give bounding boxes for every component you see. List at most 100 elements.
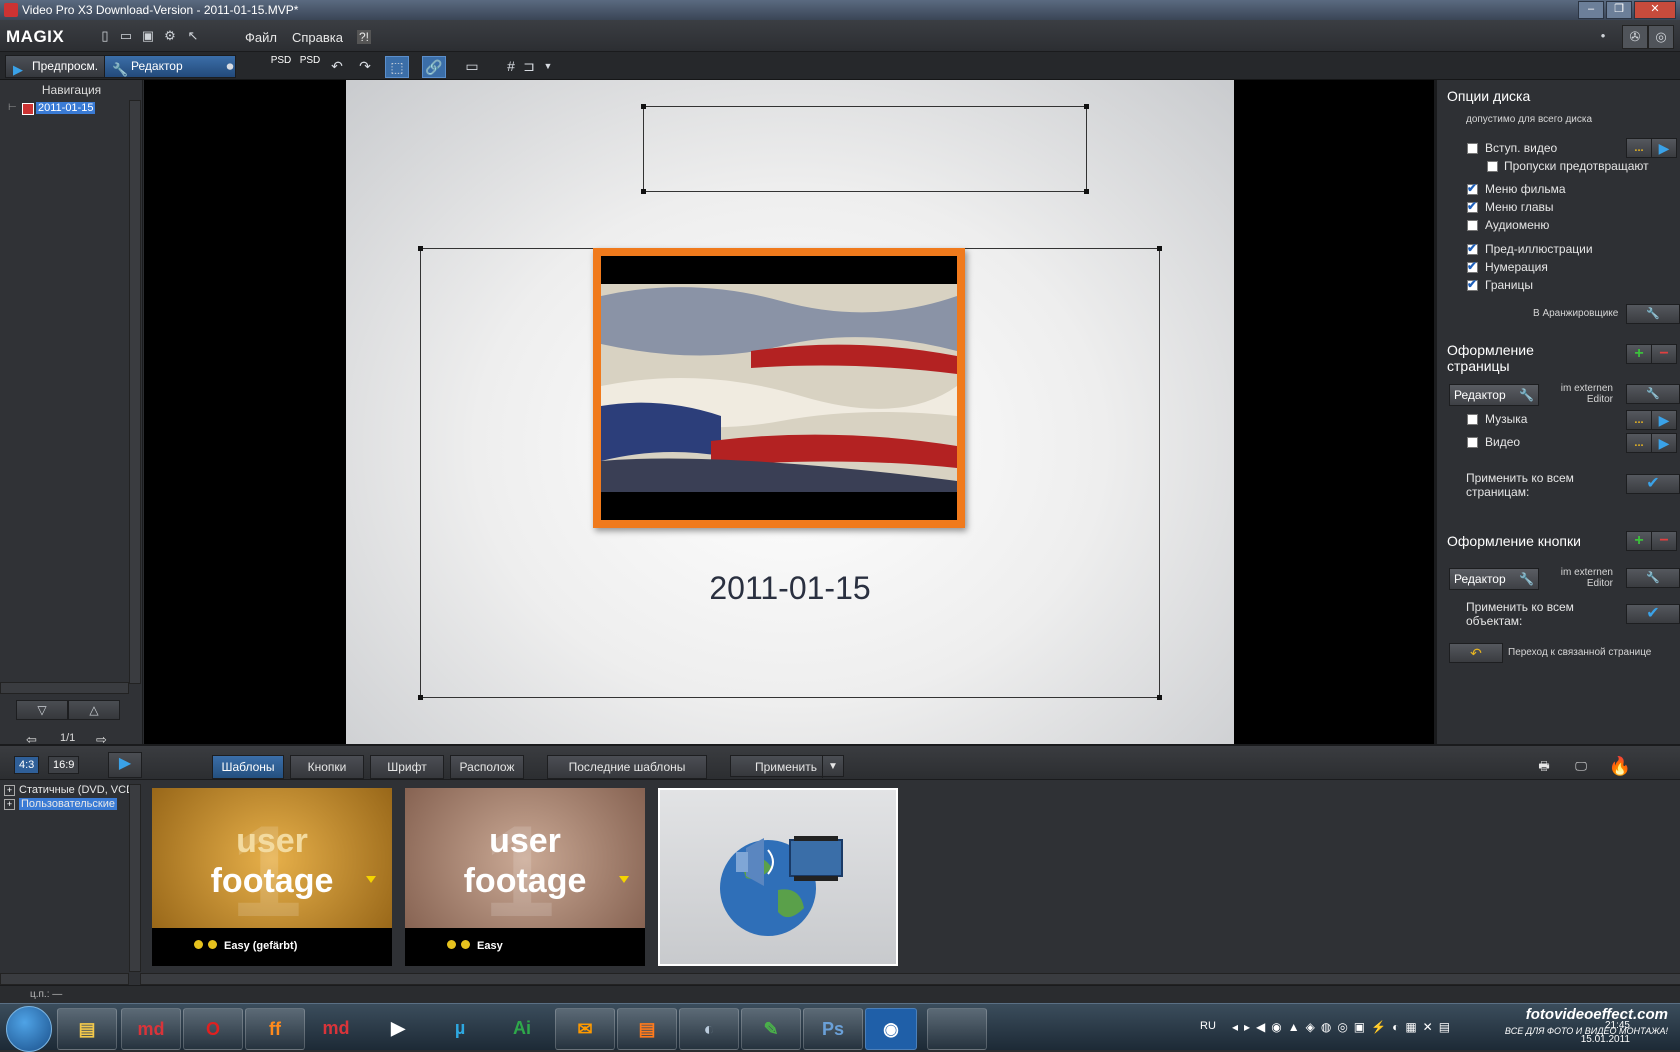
taskbar-app-10[interactable]: ✎ — [741, 1008, 801, 1050]
audio-menu-checkbox[interactable] — [1467, 220, 1478, 231]
intro-video-checkbox[interactable] — [1467, 143, 1478, 154]
save-icon[interactable]: ▣ — [141, 29, 155, 43]
goto-linked-arrow-icon[interactable]: ↶ — [1449, 643, 1503, 663]
apply-dropdown[interactable]: Применить ▼ — [730, 755, 844, 778]
taskbar-app-4[interactable]: ▶ — [369, 1008, 427, 1048]
taskbar-app-3[interactable]: md — [307, 1008, 365, 1048]
tab-layout[interactable]: Располож — [450, 755, 524, 779]
expand-icon[interactable]: + — [4, 785, 15, 796]
page-design-add-button[interactable]: + — [1626, 344, 1652, 364]
tree-vertical-scrollbar[interactable] — [129, 784, 141, 972]
taskbar-app-12[interactable]: ◉ — [865, 1008, 917, 1050]
taskbar-app-9[interactable]: ◐ — [679, 1008, 739, 1050]
button-apply-all-check-icon[interactable]: ✔ — [1626, 604, 1680, 624]
export-device-icon[interactable]: 🖶 — [1530, 755, 1558, 777]
tab-templates[interactable]: Шаблоны — [212, 755, 284, 779]
chapter-thumbnail[interactable] — [593, 248, 965, 528]
burn-disc-icon[interactable]: 🔥 — [1606, 755, 1634, 777]
new-file-icon[interactable]: ▯ — [98, 29, 112, 43]
borders-checkbox[interactable] — [1467, 277, 1478, 291]
music-browse-button[interactable]: ... — [1626, 410, 1652, 430]
recent-templates-button[interactable]: Последние шаблоны — [547, 755, 707, 779]
settings-icon[interactable]: ⚙ — [163, 29, 177, 43]
to-arranger-wrench-icon[interactable]: 🔧 — [1626, 304, 1680, 324]
button-external-editor-wrench-icon[interactable]: 🔧 — [1626, 568, 1680, 588]
page-apply-all-check-icon[interactable]: ✔ — [1626, 474, 1680, 494]
menu-help[interactable]: Справка — [292, 30, 343, 45]
psd-import-icon[interactable]: PSD — [270, 56, 292, 76]
taskbar-app-7[interactable]: ✉ — [555, 1008, 615, 1050]
system-tray-icons[interactable]: ◂▸◀◉▲◈◍◎▣⚡◐▦✕▤ — [1232, 1020, 1456, 1034]
chapter-menu-checkbox[interactable] — [1467, 199, 1478, 213]
taskbar-app-11[interactable]: Ps — [803, 1008, 863, 1050]
page-title-text[interactable]: 2011-01-15 — [346, 570, 1234, 607]
play-preview-button[interactable]: ▶ — [108, 752, 142, 778]
expand-icon[interactable]: + — [4, 799, 15, 810]
tree-user[interactable]: + Пользовательские — [4, 798, 117, 810]
nav-up-button[interactable]: △ — [68, 700, 120, 720]
title-text-frame[interactable] — [641, 104, 1089, 194]
monitor-icon[interactable]: 🖵 — [1567, 755, 1595, 777]
undo-icon[interactable]: ↶ — [326, 56, 348, 76]
template-dropdown-icon[interactable] — [366, 876, 376, 883]
menu-page-canvas[interactable]: 2011-01-15 — [346, 80, 1234, 744]
tree-static[interactable]: + Статичные (DVD, VCD — [4, 784, 134, 796]
nav-item-checkbox[interactable] — [22, 103, 34, 115]
tab-editor[interactable]: 🔧 Редактор — [104, 55, 236, 78]
button-design-add-button[interactable]: + — [1626, 531, 1652, 551]
taskbar-app-2[interactable]: ff — [245, 1008, 305, 1050]
template-card-media-import[interactable] — [658, 788, 898, 966]
button-design-remove-button[interactable]: − — [1651, 531, 1677, 551]
movie-menu-checkbox[interactable] — [1467, 181, 1478, 195]
taskbar-app-6[interactable]: Ai — [493, 1008, 551, 1048]
select-frame-icon[interactable]: ⬚ — [385, 56, 409, 78]
maximize-button[interactable]: ❐ — [1606, 1, 1632, 19]
nav-horizontal-scrollbar[interactable] — [0, 682, 129, 694]
taskbar-app-13[interactable] — [927, 1008, 987, 1050]
open-folder-icon[interactable]: ▭ — [119, 29, 133, 43]
nav-down-button[interactable]: ▽ — [16, 700, 68, 720]
tab-buttons[interactable]: Кнопки — [290, 755, 364, 779]
chevron-down-icon[interactable]: ▼ — [537, 56, 559, 76]
button-design-editor-button[interactable]: Редактор 🔧 — [1449, 568, 1539, 590]
video-browse-button[interactable]: ... — [1626, 433, 1652, 453]
template-card-easy-colored[interactable]: 1 user footage Easy (gefärbt) — [152, 788, 392, 966]
page-design-editor-button[interactable]: Редактор 🔧 — [1449, 384, 1539, 406]
template-card-easy[interactable]: 1 user footage Easy — [405, 788, 645, 966]
taskbar-app-5[interactable]: µ — [431, 1008, 489, 1048]
aspect-16-9-toggle[interactable]: 16:9 — [48, 756, 80, 774]
music-play-button[interactable]: ▶ — [1651, 410, 1677, 430]
minimize-button[interactable]: – — [1578, 1, 1604, 19]
numbering-checkbox[interactable] — [1467, 259, 1478, 273]
system-clock[interactable]: 21:45 15.01.2011 — [1581, 1020, 1630, 1046]
video-play-button[interactable]: ▶ — [1651, 433, 1677, 453]
taskbar-app-1[interactable]: O — [183, 1008, 243, 1050]
film-reel-icon[interactable]: ✇ — [1622, 25, 1648, 49]
camera-record-icon[interactable]: ⏺ — [219, 56, 241, 76]
link-icon[interactable]: 🔗 — [422, 56, 446, 78]
template-dropdown-icon[interactable] — [619, 876, 629, 883]
intro-video-play-button[interactable]: ▶ — [1651, 138, 1677, 158]
psd-export-icon[interactable]: PSD — [299, 56, 321, 76]
info-button[interactable]: ?! — [357, 30, 372, 44]
nav-vertical-scrollbar[interactable] — [129, 100, 141, 684]
tab-preview[interactable]: ▶ Предпросм. — [5, 55, 108, 78]
language-indicator[interactable]: RU — [1200, 1020, 1216, 1032]
screen-frame-icon[interactable]: ▭ — [461, 56, 483, 76]
skip-prevent-checkbox[interactable] — [1487, 161, 1498, 172]
explorer-taskbar-icon[interactable]: ▤ — [57, 1008, 117, 1050]
page-design-remove-button[interactable]: − — [1651, 344, 1677, 364]
video-checkbox[interactable] — [1467, 437, 1478, 448]
aspect-4-3-toggle[interactable]: 4:3 — [14, 756, 40, 774]
page-external-editor-wrench-icon[interactable]: 🔧 — [1626, 384, 1680, 404]
intro-video-browse-button[interactable]: ... — [1626, 138, 1652, 158]
menu-file[interactable]: Файл — [245, 30, 277, 45]
music-checkbox[interactable] — [1467, 414, 1478, 425]
help-pointer-icon[interactable]: ↖ — [186, 29, 200, 43]
redo-icon[interactable]: ↷ — [354, 56, 376, 76]
taskbar-app-8[interactable]: ▤ — [617, 1008, 677, 1050]
close-button[interactable]: ✕ — [1634, 1, 1676, 19]
taskbar-app-0[interactable]: md — [121, 1008, 181, 1050]
start-button-icon[interactable] — [6, 1006, 52, 1052]
tree-horizontal-scrollbar[interactable] — [0, 973, 129, 985]
